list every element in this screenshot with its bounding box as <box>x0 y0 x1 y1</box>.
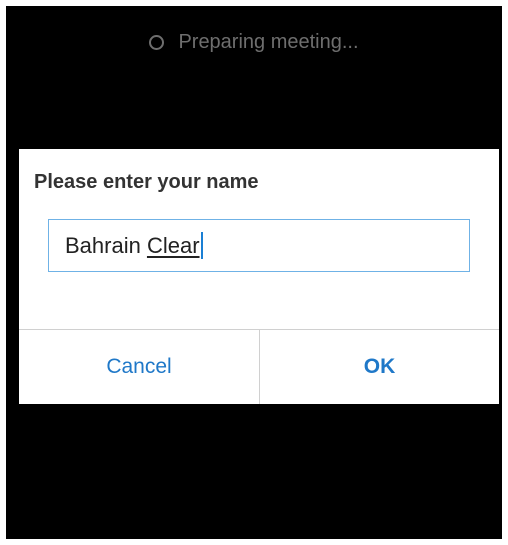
loading-status-text: Preparing meeting... <box>178 30 359 53</box>
name-input[interactable]: Bahrain Clear <box>48 219 470 272</box>
app-screen: Preparing meeting... Please enter your n… <box>6 6 502 539</box>
cancel-button[interactable]: Cancel <box>19 330 259 404</box>
name-input-text: Bahrain <box>65 232 147 258</box>
name-input-composing-text: Clear <box>146 232 200 258</box>
ok-button[interactable]: OK <box>260 330 499 404</box>
loading-status: Preparing meeting... <box>6 24 502 60</box>
dialog-title: Please enter your name <box>34 171 259 193</box>
text-cursor <box>200 232 203 259</box>
name-dialog: Please enter your name Bahrain Clear Can… <box>19 149 499 404</box>
loading-spinner-icon <box>149 34 165 50</box>
